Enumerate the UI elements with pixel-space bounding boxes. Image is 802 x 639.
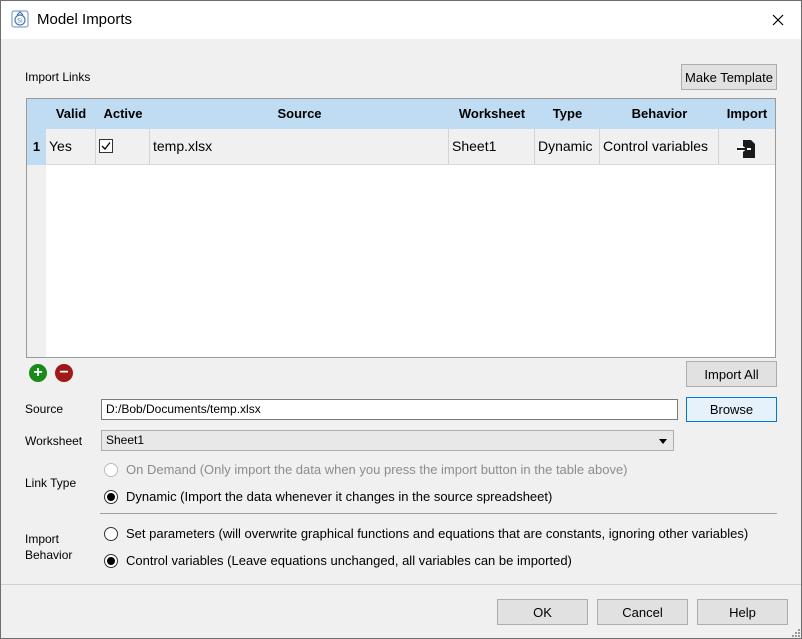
- radio-dynamic[interactable]: Dynamic (Import the data whenever it cha…: [104, 489, 552, 504]
- set-parameters-option-text: Set parameters (will overwrite graphical…: [126, 526, 749, 541]
- import-icon: [737, 140, 755, 158]
- minus-icon: −: [59, 364, 69, 381]
- radio-set-parameters[interactable]: Set parameters (will overwrite graphical…: [104, 526, 748, 541]
- column-header-active[interactable]: Active: [96, 99, 150, 129]
- footer-divider: [1, 584, 801, 585]
- checkmark-icon: [101, 142, 111, 150]
- import-all-button[interactable]: Import All: [686, 361, 777, 387]
- control-variables-option-text: Control variables (Leave equations uncha…: [126, 553, 572, 568]
- column-header-import[interactable]: Import: [719, 99, 775, 129]
- worksheet-selected-value: Sheet1: [106, 433, 145, 447]
- table-header: Valid Active Source Worksheet Type Behav…: [27, 99, 775, 129]
- radio-on-demand[interactable]: On Demand (Only import the data when you…: [104, 462, 628, 477]
- dynamic-option-text: Dynamic (Import the data whenever it cha…: [126, 489, 553, 504]
- title-bar: Si Model Imports: [1, 1, 801, 39]
- import-links-table: Valid Active Source Worksheet Type Behav…: [26, 98, 776, 358]
- dropdown-arrow-icon: [659, 439, 667, 444]
- column-header-behavior[interactable]: Behavior: [600, 99, 719, 129]
- import-links-label: Import Links: [25, 70, 91, 84]
- plus-icon: +: [33, 364, 43, 381]
- import-behavior-label-line1: Import: [25, 532, 60, 546]
- remove-link-button[interactable]: −: [55, 364, 73, 382]
- resize-grip-icon[interactable]: [790, 627, 800, 637]
- make-template-button[interactable]: Make Template: [681, 64, 777, 90]
- row-number[interactable]: 1: [27, 129, 46, 165]
- svg-text:Si: Si: [17, 18, 23, 25]
- source-field[interactable]: D:/Bob/Documents/temp.xlsx: [101, 399, 678, 420]
- cancel-button[interactable]: Cancel: [597, 599, 688, 625]
- table-row[interactable]: Yes temp.xlsx Sheet1 Dynamic Control var…: [46, 129, 775, 165]
- window-title: Model Imports: [37, 11, 133, 28]
- link-type-label: Link Type: [25, 476, 77, 490]
- cell-worksheet[interactable]: Sheet1: [449, 129, 535, 164]
- header-corner: [27, 99, 46, 129]
- section-divider: [100, 513, 777, 514]
- column-header-source[interactable]: Source: [150, 99, 449, 129]
- radio-control-variables[interactable]: Control variables (Leave equations uncha…: [104, 553, 572, 568]
- worksheet-label: Worksheet: [25, 434, 83, 448]
- column-header-type[interactable]: Type: [535, 99, 600, 129]
- cell-behavior[interactable]: Control variables: [600, 129, 719, 164]
- import-button[interactable]: [737, 137, 757, 158]
- radio-button: [104, 462, 118, 477]
- radio-button: [104, 526, 118, 541]
- cell-source[interactable]: temp.xlsx: [150, 129, 449, 164]
- import-behavior-label-line2: Behavior: [25, 548, 73, 562]
- cell-type[interactable]: Dynamic: [535, 129, 600, 164]
- radio-button: [104, 489, 118, 504]
- worksheet-select[interactable]: Sheet1: [101, 430, 674, 451]
- column-header-worksheet[interactable]: Worksheet: [449, 99, 535, 129]
- model-imports-dialog: Si Model Imports Import Links Make Templ…: [0, 0, 802, 639]
- help-button[interactable]: Help: [697, 599, 788, 625]
- column-header-valid[interactable]: Valid: [46, 99, 96, 129]
- app-icon: Si: [11, 10, 29, 28]
- cell-active: [96, 129, 150, 164]
- on-demand-option-text: On Demand (Only import the data when you…: [126, 462, 628, 477]
- browse-button[interactable]: Browse: [686, 397, 777, 422]
- cell-import: [719, 129, 775, 164]
- radio-button: [104, 553, 118, 568]
- ok-button[interactable]: OK: [497, 599, 588, 625]
- close-button[interactable]: [755, 1, 801, 39]
- cell-valid: Yes: [46, 129, 96, 164]
- close-icon: [772, 14, 784, 26]
- add-link-button[interactable]: +: [29, 364, 47, 382]
- source-label: Source: [25, 402, 64, 416]
- active-checkbox[interactable]: [99, 139, 113, 153]
